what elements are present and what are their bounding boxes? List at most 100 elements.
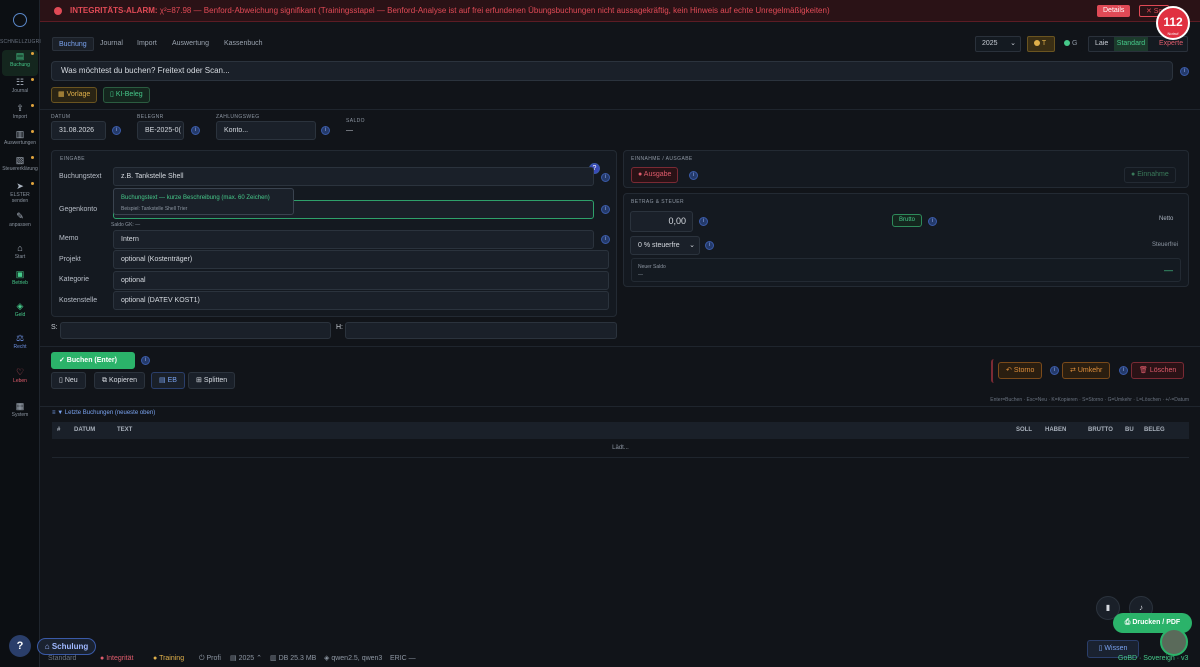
kopieren-label: Kopieren bbox=[108, 377, 137, 384]
info-icon[interactable]: i bbox=[1050, 366, 1059, 375]
training-dot-icon: ● bbox=[153, 655, 158, 662]
brutto-toggle[interactable]: Brutto bbox=[892, 214, 923, 227]
info-icon[interactable]: i bbox=[705, 241, 714, 250]
amount-input[interactable]: 0,00 bbox=[630, 211, 693, 232]
notification-dot-icon bbox=[31, 52, 34, 55]
info-icon[interactable]: i bbox=[112, 126, 121, 135]
steuer-select[interactable]: 0 % steuerfre ⌄ bbox=[630, 236, 700, 255]
storno-button[interactable]: ↶ Storno bbox=[998, 362, 1043, 379]
notification-dot-icon bbox=[31, 78, 34, 81]
level-standard[interactable]: Standard bbox=[1114, 37, 1148, 51]
sidebar-item-label: Leben bbox=[13, 378, 27, 384]
ki-beleg-button[interactable]: ▯ KI-Beleg bbox=[103, 87, 150, 103]
buchungstext-input[interactable]: z.B. Tankstelle Shell bbox=[113, 167, 594, 186]
soll-input[interactable] bbox=[60, 322, 331, 339]
tab-auswertung[interactable]: Auswertung bbox=[166, 37, 215, 51]
tab-kassenbuch[interactable]: Kassenbuch bbox=[218, 37, 269, 51]
info-icon[interactable]: i bbox=[601, 205, 610, 214]
sidebar-item-10[interactable]: ⚖ Recht bbox=[2, 332, 38, 358]
col-brutto: BRUTTO bbox=[1088, 427, 1113, 433]
booking-freetext-input[interactable]: Was möchtest du buchen? Freitext oder Sc… bbox=[51, 61, 1173, 81]
loeschen-button[interactable]: 🗑 Löschen bbox=[1131, 362, 1185, 379]
umkehr-button[interactable]: ⇄ Umkehr bbox=[1062, 362, 1111, 379]
sidebar-item-4[interactable]: ▧ Steuererklärung bbox=[2, 154, 38, 180]
mode-g-toggle[interactable]: G bbox=[1057, 36, 1083, 52]
year-select[interactable]: 2025 ⌄ bbox=[975, 36, 1021, 52]
splitten-label: Splitten bbox=[203, 377, 228, 384]
status-year[interactable]: ▤ 2025 ⌃ bbox=[230, 650, 262, 667]
status-standard: Standard bbox=[48, 655, 77, 662]
info-icon[interactable]: i bbox=[601, 173, 610, 182]
kostenstelle-input[interactable]: optional (DATEV KOST1) bbox=[113, 291, 609, 310]
splitten-button[interactable]: ⊞ Splitten bbox=[188, 372, 236, 389]
mode-t-toggle[interactable]: T bbox=[1027, 36, 1055, 52]
info-icon[interactable]: i bbox=[321, 126, 330, 135]
sidebar-item-label: anpassen bbox=[9, 222, 31, 228]
pencil-icon: ✎ bbox=[16, 211, 24, 221]
grid-icon: ▦ bbox=[15, 401, 25, 411]
projekt-input[interactable]: optional (Kostenträger) bbox=[113, 250, 609, 269]
eb-icon: ▤ bbox=[159, 377, 166, 384]
buchen-button[interactable]: ✓ Buchen (Enter) bbox=[51, 352, 135, 369]
tab-buchung[interactable]: Buchung bbox=[52, 37, 94, 51]
level-laie[interactable]: Laie bbox=[1095, 37, 1108, 51]
sidebar-item-5[interactable]: ➤ ELSTER senden bbox=[2, 180, 38, 206]
alarm-details-button[interactable]: Details bbox=[1097, 5, 1131, 17]
status-training[interactable]: ● Training bbox=[153, 650, 184, 667]
einnahme-label: Einnahme bbox=[1137, 171, 1169, 178]
sidebar-item-0[interactable]: ▤ Buchung bbox=[2, 50, 38, 76]
briefcase-icon: ▣ bbox=[15, 269, 25, 279]
memo-input[interactable]: Intern bbox=[113, 230, 594, 249]
list-icon: ≡ bbox=[52, 410, 56, 416]
zahlungsweg-select[interactable]: Konto... bbox=[216, 121, 316, 140]
einnahme-button[interactable]: ● Einnahme bbox=[1124, 167, 1176, 183]
sidebar-item-9[interactable]: ◈ Geld bbox=[2, 300, 38, 326]
info-icon[interactable]: i bbox=[191, 126, 200, 135]
status-integritaet[interactable]: ● Integrität bbox=[100, 650, 133, 667]
models-label: qwen2.5, qwen3 bbox=[331, 655, 383, 662]
kopieren-button[interactable]: ⧉ Kopieren bbox=[94, 372, 145, 389]
info-icon[interactable]: i bbox=[699, 217, 708, 226]
alarm-dot-icon: ● bbox=[100, 655, 105, 662]
template-icon: ▦ bbox=[58, 91, 65, 98]
info-icon[interactable]: i bbox=[1119, 366, 1128, 375]
datum-field[interactable]: 31.08.2026 bbox=[51, 121, 106, 140]
sidebar-item-12[interactable]: ▦ System bbox=[2, 400, 38, 426]
kategorie-input[interactable]: optional bbox=[113, 271, 609, 290]
sidebar-item-2[interactable]: ⇪ Import bbox=[2, 102, 38, 128]
tab-import[interactable]: Import bbox=[131, 37, 163, 51]
tooltip-example: Beispiel: Tankstelle Shell Trier bbox=[121, 206, 188, 212]
vorlage-button[interactable]: ▦ Vorlage bbox=[51, 87, 98, 103]
info-icon[interactable]: i bbox=[1180, 67, 1189, 76]
notruf-badge[interactable]: 112 Notruf bbox=[1156, 6, 1190, 40]
sidebar-item-1[interactable]: ☷ Journal bbox=[2, 76, 38, 102]
info-icon[interactable]: i bbox=[601, 235, 610, 244]
ausgabe-button[interactable]: ● Ausgabe bbox=[631, 167, 679, 183]
gegenkonto-label: Gegenkonto bbox=[59, 206, 98, 213]
eb-button[interactable]: ▤ EB bbox=[151, 372, 185, 389]
belegnr-field[interactable]: BE-2025-0( bbox=[137, 121, 184, 140]
col-datum: DATUM bbox=[74, 427, 96, 433]
tab-journal[interactable]: Journal bbox=[94, 37, 129, 51]
recent-title: ▼ Letzte Buchungen (neueste oben) bbox=[57, 410, 156, 416]
info-icon[interactable]: i bbox=[928, 217, 937, 226]
status-profi[interactable]: ⏻ Profi bbox=[199, 650, 221, 667]
netto-toggle[interactable]: Netto bbox=[1153, 214, 1179, 227]
haben-input[interactable] bbox=[345, 322, 617, 339]
sidebar-item-6[interactable]: ✎ anpassen bbox=[2, 210, 38, 236]
soll-label: S: bbox=[51, 324, 58, 331]
sidebar-item-7[interactable]: ⌂ Start bbox=[2, 242, 38, 268]
info-icon[interactable]: i bbox=[141, 356, 150, 365]
recent-toggle[interactable]: ≡ ▼ Letzte Buchungen (neueste oben) bbox=[52, 410, 155, 416]
sidebar-item-8[interactable]: ▣ Betrieb bbox=[2, 268, 38, 294]
sidebar-item-11[interactable]: ♡ Leben bbox=[2, 366, 38, 392]
sidebar-item-3[interactable]: ▥ Auswertungen bbox=[2, 128, 38, 154]
info-icon[interactable]: i bbox=[689, 171, 698, 180]
sidebar-section-title: SCHNELLZUGRI bbox=[0, 39, 42, 45]
neu-button[interactable]: ▯ Neu bbox=[51, 372, 86, 389]
help-button[interactable]: ? bbox=[9, 635, 31, 657]
integritaet-label: Integrität bbox=[106, 655, 134, 662]
db-label: DB 25.3 MB bbox=[278, 655, 317, 662]
year-value: 2025 bbox=[982, 40, 998, 47]
shortcuts-hint: Enter=Buchen · Esc=Neu · K=Kopieren · S=… bbox=[990, 397, 1189, 403]
